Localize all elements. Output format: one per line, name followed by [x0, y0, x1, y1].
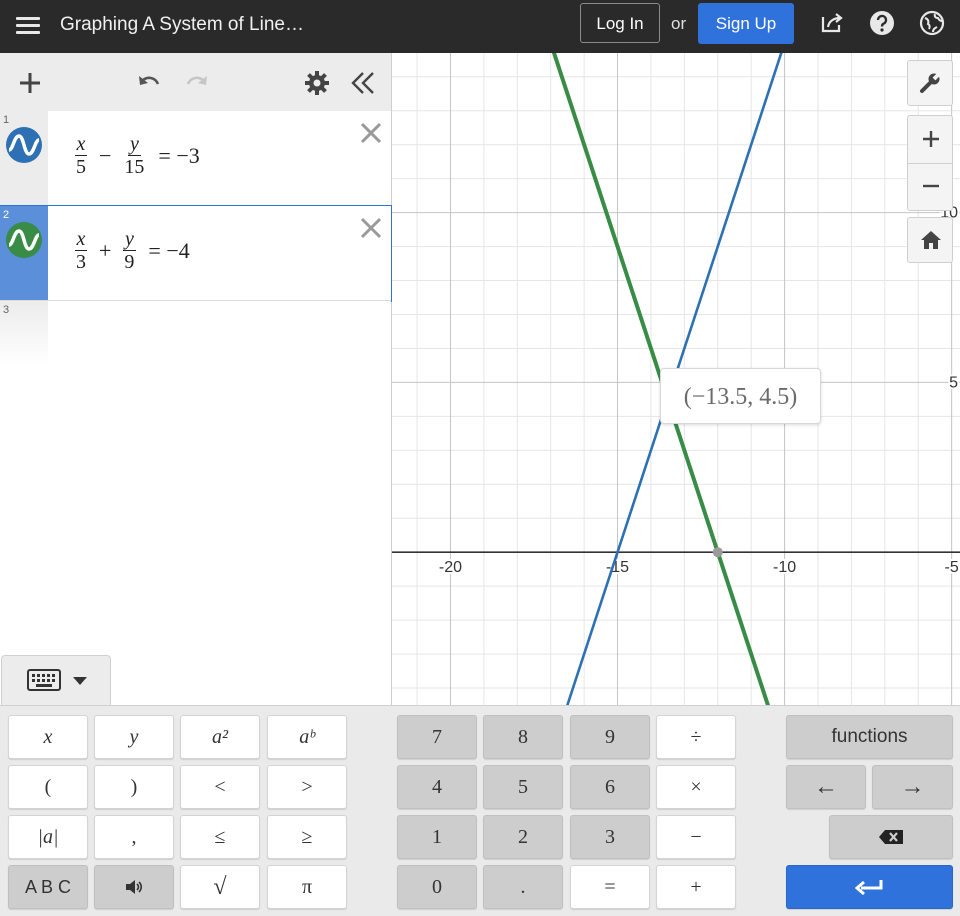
- backspace-icon: [879, 830, 903, 844]
- key-absolute-value[interactable]: |a|: [8, 815, 88, 859]
- speaker-icon: [126, 880, 143, 894]
- key-close-paren[interactable]: ): [94, 765, 174, 809]
- operator: +: [99, 237, 112, 263]
- key-plus[interactable]: +: [656, 865, 736, 909]
- help-icon[interactable]: [869, 10, 895, 36]
- key-8[interactable]: 8: [483, 715, 563, 759]
- keypad-toggle-button[interactable]: [1, 655, 111, 707]
- key-x[interactable]: x: [8, 715, 88, 759]
- share-icon[interactable]: [819, 10, 845, 36]
- or-label: or: [671, 14, 687, 33]
- key-a-power-b[interactable]: aᵇ: [267, 715, 347, 759]
- key-6[interactable]: 6: [570, 765, 650, 809]
- key-minus[interactable]: −: [656, 815, 736, 859]
- key-decimal[interactable]: .: [483, 865, 563, 909]
- login-button[interactable]: Log In: [580, 3, 660, 43]
- key-arrow-right[interactable]: →: [872, 765, 953, 809]
- intersection-point: [712, 547, 723, 558]
- keyboard-icon: [27, 669, 61, 691]
- settings-gear-icon[interactable]: [303, 69, 331, 97]
- undo-icon[interactable]: [136, 69, 164, 97]
- expression-item[interactable]: 1 x5 − y 15 = −3: [0, 111, 391, 206]
- key-7[interactable]: 7: [397, 715, 477, 759]
- key-pi[interactable]: π: [267, 865, 347, 909]
- series-color-icon[interactable]: [5, 126, 43, 164]
- graph-settings-button[interactable]: [907, 60, 953, 106]
- enter-icon: [854, 880, 882, 896]
- key-backspace[interactable]: [829, 815, 953, 859]
- series-color-icon[interactable]: [5, 221, 43, 259]
- key-3[interactable]: 3: [570, 815, 650, 859]
- expression-math[interactable]: x3 + y9 = −4: [72, 228, 199, 273]
- fraction-denominator: 3: [76, 251, 86, 273]
- math-keypad: x y a² aᵇ ( ) < > |a| , ≤ ≥ A B C √ π 7 …: [0, 705, 960, 916]
- key-greater-equal[interactable]: ≥: [267, 815, 347, 859]
- key-greater-than[interactable]: >: [267, 765, 347, 809]
- signup-button[interactable]: Sign Up: [698, 3, 794, 44]
- home-icon: [921, 231, 941, 249]
- x-tick-label: -5: [945, 559, 959, 576]
- delete-expression-icon[interactable]: [359, 216, 383, 240]
- key-multiply[interactable]: ×: [656, 765, 736, 809]
- fraction-denominator: 15: [124, 156, 145, 178]
- key-less-equal[interactable]: ≤: [180, 815, 260, 859]
- delete-expression-icon[interactable]: [359, 121, 383, 145]
- intersection-tooltip: (−13.5, 4.5): [660, 368, 821, 424]
- fraction-numerator: x: [74, 133, 88, 156]
- key-enter[interactable]: [786, 865, 953, 909]
- expression-item-empty[interactable]: 3: [0, 301, 391, 391]
- home-button[interactable]: [907, 217, 953, 263]
- key-1[interactable]: 1: [397, 815, 477, 859]
- zoom-out-icon[interactable]: [921, 176, 941, 196]
- globe-icon[interactable]: [919, 10, 945, 36]
- key-open-paren[interactable]: (: [8, 765, 88, 809]
- key-5[interactable]: 5: [483, 765, 563, 809]
- menu-icon[interactable]: [16, 14, 40, 38]
- fraction-numerator: y: [122, 228, 136, 251]
- expression-toolbar: [0, 53, 391, 112]
- key-comma[interactable]: ,: [94, 815, 174, 859]
- zoom-divider: [908, 163, 952, 164]
- expression-index: 2: [3, 209, 10, 221]
- expression-index: 1: [3, 114, 10, 126]
- fraction-denominator: 9: [124, 251, 135, 273]
- zoom-in-icon[interactable]: [921, 129, 941, 149]
- y-tick-label: 5: [949, 374, 958, 391]
- key-sqrt[interactable]: √: [180, 865, 260, 909]
- key-abc[interactable]: A B C: [8, 865, 88, 909]
- expression-item[interactable]: 2 x3 + y9 = −4: [0, 205, 392, 302]
- key-9[interactable]: 9: [570, 715, 650, 759]
- expression-index: 3: [3, 304, 10, 316]
- key-4[interactable]: 4: [397, 765, 477, 809]
- key-audio[interactable]: [94, 865, 174, 909]
- x-tick-label: -20: [439, 559, 462, 576]
- key-divide[interactable]: ÷: [656, 715, 736, 759]
- expression-panel: 1 x5 − y 15 = −3 2 x3 + y9 = −4 3: [0, 53, 392, 705]
- expression-math[interactable]: x5 − y 15 = −3: [72, 133, 209, 178]
- graph-title[interactable]: Graphing A System of Line…: [60, 14, 304, 36]
- top-bar: Graphing A System of Line… Log In or Sig…: [0, 0, 960, 53]
- collapse-panel-icon[interactable]: [349, 69, 377, 97]
- fraction-numerator: y: [127, 133, 141, 156]
- right-hand-side: = −4: [148, 237, 190, 263]
- wrench-icon: [920, 72, 941, 93]
- x-tick-label: -10: [773, 559, 796, 576]
- redo-icon[interactable]: [182, 69, 210, 97]
- key-y[interactable]: y: [94, 715, 174, 759]
- operator: −: [99, 142, 112, 168]
- chevron-down-icon: [73, 677, 87, 685]
- key-2[interactable]: 2: [483, 815, 563, 859]
- key-equals[interactable]: =: [570, 865, 650, 909]
- key-0[interactable]: 0: [397, 865, 477, 909]
- fraction-numerator: x: [74, 228, 88, 251]
- fraction-denominator: 5: [76, 156, 86, 178]
- add-icon[interactable]: [16, 69, 44, 97]
- functions-button[interactable]: functions: [786, 715, 953, 759]
- right-hand-side: = −3: [158, 142, 200, 168]
- key-less-than[interactable]: <: [180, 765, 260, 809]
- key-a-squared[interactable]: a²: [180, 715, 260, 759]
- zoom-controls: [907, 115, 953, 211]
- key-arrow-left[interactable]: ←: [786, 765, 866, 809]
